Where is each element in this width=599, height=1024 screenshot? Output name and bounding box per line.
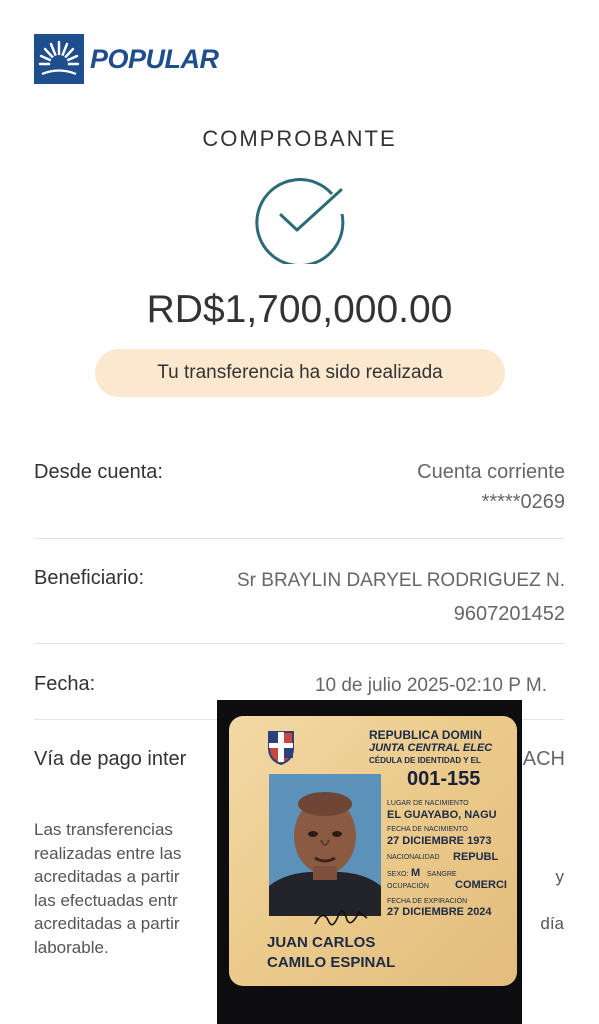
id-country: REPUBLICA DOMIN bbox=[369, 728, 482, 742]
status-banner: Tu transferencia ha sido realizada bbox=[95, 349, 505, 397]
date-label: Fecha: bbox=[34, 673, 96, 695]
id-doc-type: CÉDULA DE IDENTIDAD Y EL bbox=[369, 756, 481, 765]
beneficiary-label: Beneficiario: bbox=[34, 567, 145, 589]
id-sex: M bbox=[411, 867, 421, 879]
id-sex-label: SEXO: bbox=[387, 871, 409, 878]
brand-name: POPULAR bbox=[90, 43, 219, 74]
id-portrait bbox=[269, 774, 381, 916]
id-nationality-label: NACIONALIDAD bbox=[387, 854, 440, 861]
coat-of-arms-icon bbox=[263, 728, 299, 771]
id-name-first: JUAN CARLOS bbox=[267, 934, 376, 951]
payment-method-label: Vía de pago inter bbox=[34, 748, 187, 770]
id-institution: JUNTA CENTRAL ELEC bbox=[369, 742, 493, 754]
beneficiary-account: 9607201452 bbox=[453, 603, 565, 625]
id-card: REPUBLICA DOMIN JUNTA CENTRAL ELEC CÉDUL… bbox=[229, 716, 517, 986]
page-title: COMPROBANTE bbox=[202, 126, 397, 151]
payment-method-value: ACH bbox=[522, 748, 565, 770]
transfer-amount: RD$1,700,000.00 bbox=[146, 288, 453, 331]
id-expiry: 27 DICIEMBRE 2024 bbox=[387, 906, 492, 918]
sunburst-logo-icon bbox=[34, 34, 84, 84]
from-account-label: Desde cuenta: bbox=[34, 461, 163, 483]
id-nationality: REPUBL bbox=[453, 851, 499, 863]
id-name-last: CAMILO ESPINAL bbox=[267, 954, 396, 971]
id-blood-label: SANGRE bbox=[427, 871, 457, 878]
success-check-icon bbox=[252, 168, 348, 269]
id-birthdate-label: FECHA DE NACIMIENTO bbox=[387, 826, 468, 833]
signature-icon bbox=[311, 904, 371, 937]
date-value: 10 de julio 2025-02:10 P M. bbox=[314, 675, 547, 696]
id-number: 001-155 bbox=[407, 768, 481, 790]
id-birthplace: EL GUAYABO, NAGU bbox=[387, 809, 497, 821]
popular-logo: POPULAR bbox=[34, 34, 219, 84]
divider bbox=[34, 643, 564, 644]
from-account-type: Cuenta corriente bbox=[417, 461, 565, 483]
divider bbox=[34, 538, 564, 539]
id-occupation: COMERCI bbox=[455, 879, 507, 891]
beneficiary-name: Sr BRAYLIN DARYEL RODRIGUEZ N. bbox=[237, 570, 565, 591]
id-occupation-label: OCUPACIÓN bbox=[387, 883, 429, 890]
id-birthplace-label: LUGAR DE NACIMIENTO bbox=[387, 800, 469, 807]
id-card-photo: REPUBLICA DOMIN JUNTA CENTRAL ELEC CÉDUL… bbox=[217, 700, 522, 1024]
id-expiry-label: FECHA DE EXPIRACIÓN bbox=[387, 898, 468, 905]
from-account-number: *****0269 bbox=[481, 491, 565, 513]
id-birthdate: 27 DICIEMBRE 1973 bbox=[387, 835, 492, 847]
